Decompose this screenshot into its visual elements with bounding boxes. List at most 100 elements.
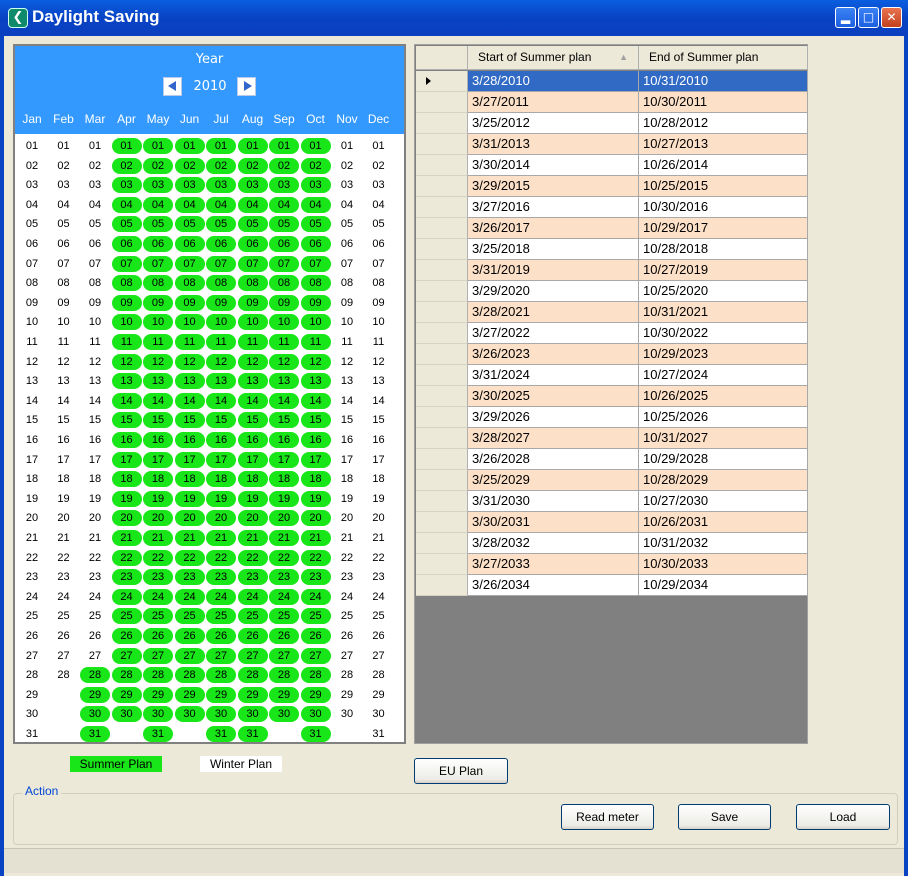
- calendar-day[interactable]: 23: [206, 569, 236, 586]
- calendar-day[interactable]: 26: [206, 628, 236, 644]
- calendar-day[interactable]: 10: [49, 314, 79, 330]
- calendar-day[interactable]: 06: [206, 236, 236, 252]
- calendar-day[interactable]: 30: [143, 706, 173, 723]
- calendar-day[interactable]: 10: [364, 314, 394, 330]
- calendar-day[interactable]: 04: [49, 197, 79, 213]
- calendar-day[interactable]: 17: [300, 451, 331, 468]
- calendar-day[interactable]: 03: [80, 177, 110, 193]
- calendar-day[interactable]: 31: [237, 726, 268, 742]
- eu-plan-button[interactable]: EU Plan: [414, 758, 508, 784]
- calendar-day[interactable]: 01: [143, 138, 173, 154]
- table-row[interactable]: 3/26/2028 10/29/2028: [416, 449, 808, 470]
- calendar-day[interactable]: 12: [269, 353, 299, 370]
- calendar-day[interactable]: 29: [332, 687, 362, 703]
- table-row[interactable]: 3/31/2030 10/27/2030: [416, 491, 808, 512]
- calendar-day[interactable]: 28: [237, 667, 268, 684]
- calendar-day[interactable]: 20: [206, 510, 236, 527]
- calendar-day[interactable]: 27: [143, 647, 173, 664]
- calendar-day[interactable]: 29: [206, 686, 236, 703]
- calendar-day[interactable]: 30: [332, 706, 362, 722]
- calendar-day[interactable]: 13: [332, 373, 362, 389]
- calendar-day[interactable]: 26: [332, 628, 362, 644]
- calendar-day[interactable]: 05: [206, 216, 236, 233]
- end-date-cell[interactable]: 10/31/2027: [639, 428, 808, 449]
- calendar-day[interactable]: 02: [17, 158, 47, 174]
- calendar-day[interactable]: 11: [237, 334, 268, 350]
- calendar-day[interactable]: 18: [143, 471, 173, 488]
- calendar-day[interactable]: 22: [237, 549, 268, 566]
- calendar-day[interactable]: 17: [174, 451, 205, 468]
- calendar-day[interactable]: 13: [143, 373, 173, 390]
- calendar-day[interactable]: 05: [49, 216, 79, 232]
- calendar-day[interactable]: 24: [111, 588, 142, 605]
- table-row[interactable]: 3/25/2012 10/28/2012: [416, 113, 808, 134]
- row-header[interactable]: [416, 491, 468, 512]
- end-date-cell[interactable]: 10/30/2016: [639, 197, 808, 218]
- calendar-day[interactable]: 10: [80, 314, 110, 330]
- table-row[interactable]: 3/31/2019 10/27/2019: [416, 260, 808, 281]
- calendar-day[interactable]: 31: [80, 726, 110, 742]
- calendar-day[interactable]: 11: [206, 334, 236, 350]
- row-header[interactable]: [416, 554, 468, 575]
- calendar-day[interactable]: 01: [206, 138, 236, 154]
- calendar-day[interactable]: 03: [300, 177, 331, 194]
- calendar-day[interactable]: 06: [300, 236, 331, 252]
- calendar-day[interactable]: 19: [269, 490, 299, 507]
- calendar-day[interactable]: 13: [80, 373, 110, 389]
- calendar-day[interactable]: 08: [174, 275, 205, 292]
- calendar-day[interactable]: 10: [332, 314, 362, 330]
- calendar-day[interactable]: 22: [206, 549, 236, 566]
- calendar-day[interactable]: 25: [269, 608, 299, 625]
- calendar-day[interactable]: 14: [17, 393, 47, 409]
- start-date-cell[interactable]: 3/31/2024: [468, 365, 639, 386]
- calendar-day[interactable]: 20: [111, 510, 142, 527]
- table-row[interactable]: 3/30/2025 10/26/2025: [416, 386, 808, 407]
- calendar-day[interactable]: 12: [80, 354, 110, 370]
- calendar-day[interactable]: 07: [206, 255, 236, 272]
- calendar-day[interactable]: 14: [364, 393, 394, 409]
- load-button[interactable]: Load: [796, 804, 890, 830]
- calendar-day[interactable]: 26: [17, 628, 47, 644]
- calendar-day[interactable]: 23: [237, 569, 268, 586]
- calendar-day[interactable]: 05: [237, 216, 268, 233]
- calendar-day[interactable]: 08: [111, 275, 142, 292]
- calendar-day[interactable]: 08: [206, 275, 236, 292]
- calendar-day[interactable]: 16: [49, 432, 79, 448]
- calendar-day[interactable]: 17: [80, 452, 110, 468]
- calendar-day[interactable]: 14: [143, 392, 173, 409]
- calendar-day[interactable]: 09: [300, 294, 331, 311]
- row-header[interactable]: [416, 92, 468, 113]
- calendar-day[interactable]: 22: [332, 550, 362, 566]
- table-row[interactable]: 3/27/2016 10/30/2016: [416, 197, 808, 218]
- calendar-day[interactable]: 11: [111, 334, 142, 350]
- row-header[interactable]: [416, 323, 468, 344]
- calendar-day[interactable]: 09: [364, 295, 394, 311]
- calendar-day[interactable]: 06: [332, 236, 362, 252]
- end-date-cell[interactable]: 10/31/2010: [639, 71, 808, 92]
- calendar-day[interactable]: 13: [206, 373, 236, 390]
- calendar-day[interactable]: 08: [143, 275, 173, 292]
- calendar-day[interactable]: 17: [17, 452, 47, 468]
- calendar-day[interactable]: 23: [300, 569, 331, 586]
- row-header[interactable]: [416, 155, 468, 176]
- previous-year-button[interactable]: [163, 77, 182, 96]
- calendar-day[interactable]: 01: [237, 138, 268, 154]
- calendar-day[interactable]: 24: [237, 588, 268, 605]
- calendar-day[interactable]: 11: [143, 334, 173, 350]
- calendar-day[interactable]: 21: [206, 530, 236, 546]
- calendar-day[interactable]: 02: [332, 158, 362, 174]
- calendar-day[interactable]: 10: [300, 314, 331, 331]
- calendar-day[interactable]: 14: [174, 392, 205, 409]
- calendar-day[interactable]: 11: [332, 334, 362, 350]
- calendar-day[interactable]: 24: [143, 588, 173, 605]
- calendar-day[interactable]: 23: [17, 569, 47, 585]
- calendar-day[interactable]: 14: [80, 393, 110, 409]
- calendar-day[interactable]: 04: [364, 197, 394, 213]
- calendar-day[interactable]: 16: [300, 432, 331, 448]
- calendar-day[interactable]: 22: [49, 550, 79, 566]
- calendar-day[interactable]: 29: [111, 686, 142, 703]
- calendar-day[interactable]: 02: [237, 157, 268, 174]
- end-date-cell[interactable]: 10/27/2019: [639, 260, 808, 281]
- calendar-day[interactable]: 29: [80, 686, 110, 703]
- calendar-day[interactable]: 09: [237, 294, 268, 311]
